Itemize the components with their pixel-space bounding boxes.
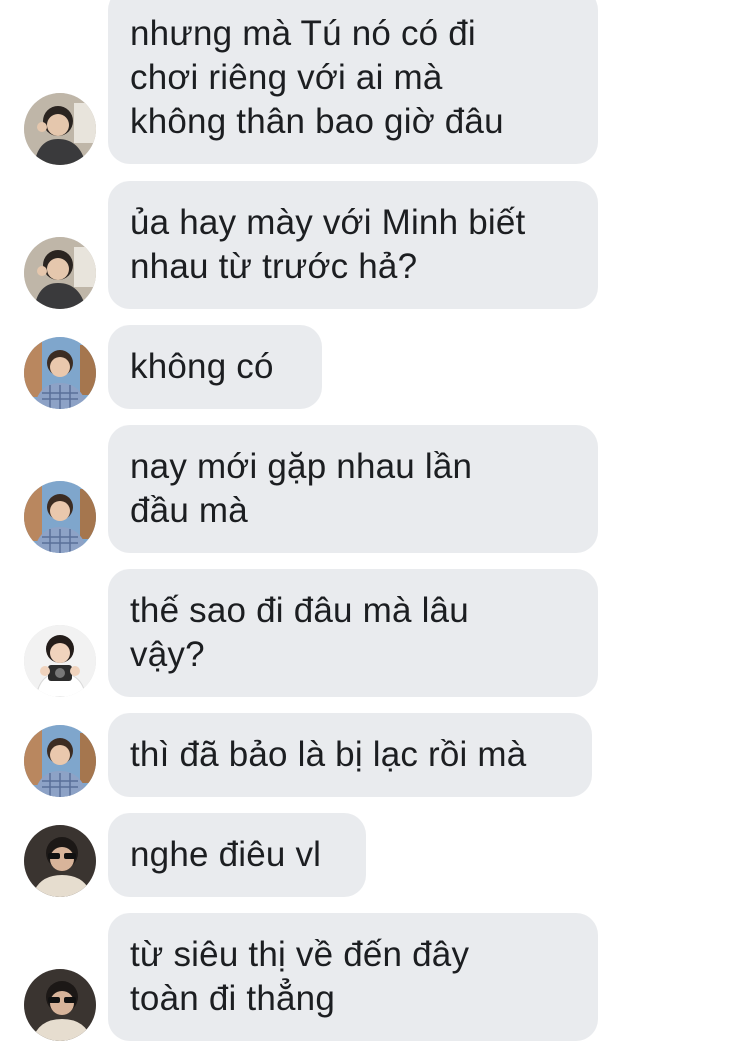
avatar[interactable] <box>24 725 96 797</box>
message-row: từ siêu thị về đến đây toàn đi thẳng <box>0 913 750 1041</box>
avatar[interactable] <box>24 825 96 897</box>
message-thread: nhưng mà Tú nó có đi chơi riêng với ai m… <box>0 0 750 1048</box>
message-text: nay mới gặp nhau lần đầu mà <box>130 447 473 530</box>
message-row: không có <box>0 325 750 409</box>
message-bubble[interactable]: thì đã bảo là bị lạc rồi mà <box>108 713 592 797</box>
message-text: nhưng mà Tú nó có đi chơi riêng với ai m… <box>130 14 504 141</box>
message-bubble[interactable]: nghe điêu vl <box>108 813 366 897</box>
message-row: nghe điêu vl <box>0 813 750 897</box>
avatar[interactable] <box>24 625 96 697</box>
message-row: thế sao đi đâu mà lâu vậy? <box>0 569 750 697</box>
message-bubble[interactable]: nhưng mà Tú nó có đi chơi riêng với ai m… <box>108 0 598 164</box>
message-bubble[interactable]: không có <box>108 325 322 409</box>
message-bubble[interactable]: thế sao đi đâu mà lâu vậy? <box>108 569 598 697</box>
message-text: thế sao đi đâu mà lâu vậy? <box>130 591 469 674</box>
avatar[interactable] <box>24 93 96 165</box>
avatar[interactable] <box>24 337 96 409</box>
message-bubble[interactable]: từ siêu thị về đến đây toàn đi thẳng <box>108 913 598 1041</box>
avatar[interactable] <box>24 481 96 553</box>
message-text: nghe điêu vl <box>130 835 322 874</box>
message-row: nay mới gặp nhau lần đầu mà <box>0 425 750 553</box>
message-text: không có <box>130 347 274 386</box>
avatar[interactable] <box>24 237 96 309</box>
message-text: từ siêu thị về đến đây toàn đi thẳng <box>130 935 470 1018</box>
message-bubble[interactable]: nay mới gặp nhau lần đầu mà <box>108 425 598 553</box>
message-text: ủa hay mày với Minh biết nhau từ trước h… <box>130 203 526 286</box>
avatar[interactable] <box>24 969 96 1041</box>
message-text: thì đã bảo là bị lạc rồi mà <box>130 735 527 774</box>
message-row: ủa hay mày với Minh biết nhau từ trước h… <box>0 181 750 309</box>
message-row: thì đã bảo là bị lạc rồi mà <box>0 713 750 797</box>
message-bubble[interactable]: ủa hay mày với Minh biết nhau từ trước h… <box>108 181 598 309</box>
message-row: nhưng mà Tú nó có đi chơi riêng với ai m… <box>0 0 750 165</box>
